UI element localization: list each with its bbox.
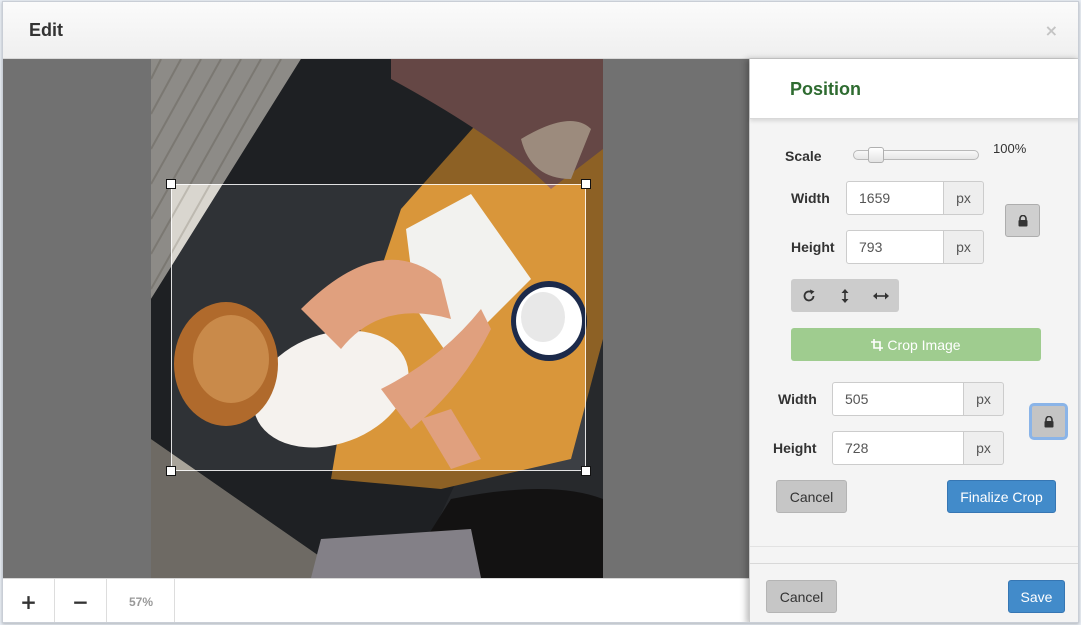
flip-horizontal-icon[interactable] [863, 279, 899, 312]
image-height-unit: px [944, 230, 984, 264]
crop-image-label: Crop Image [887, 336, 961, 353]
crop-mask-left [151, 184, 171, 471]
crop-selection[interactable] [166, 179, 591, 476]
crop-height-group: 728 px [832, 431, 1004, 465]
scale-slider-thumb[interactable] [868, 147, 884, 163]
lock-icon [1044, 415, 1053, 427]
image-height-label: Height [791, 239, 835, 255]
scale-value: 100% [993, 141, 1027, 156]
finalize-crop-button[interactable]: Finalize Crop [947, 480, 1056, 513]
crop-mask-right [586, 184, 603, 471]
image-width-unit: px [944, 181, 984, 215]
zoom-level: 57% [108, 579, 175, 622]
panel-header: Position [750, 59, 1078, 119]
crop-width-unit: px [964, 382, 1004, 416]
crop-handle-bottom-left[interactable] [166, 466, 176, 476]
close-icon[interactable]: × [1045, 21, 1058, 40]
image-height-group: 793 px [846, 230, 984, 264]
image-width-input[interactable]: 1659 [846, 181, 944, 215]
crop-width-label: Width [778, 391, 817, 407]
crop-mask-bottom [151, 471, 603, 578]
scale-slider[interactable] [853, 147, 979, 163]
crop-handle-top-left[interactable] [166, 179, 176, 189]
image-width-group: 1659 px [846, 181, 984, 215]
crop-width-group: 505 px [832, 382, 1004, 416]
crop-image-button[interactable]: Crop Image [791, 328, 1041, 361]
zoom-toolbar: + − 57% [3, 578, 749, 622]
image-aspect-lock-button[interactable] [1005, 204, 1040, 237]
edit-dialog: Edit × + − 57% Position Scale 100% Width… [2, 1, 1079, 623]
transform-tools [791, 279, 899, 312]
crop-cancel-button[interactable]: Cancel [776, 480, 847, 513]
image-height-input[interactable]: 793 [846, 230, 944, 264]
crop-width-input[interactable]: 505 [832, 382, 964, 416]
panel-footer: Cancel Save [750, 563, 1078, 622]
position-panel: Position Scale 100% Width 1659 px Height… [749, 59, 1078, 622]
flip-vertical-icon[interactable] [827, 279, 863, 312]
crop-height-unit: px [964, 431, 1004, 465]
image-width-label: Width [791, 190, 830, 206]
crop-mask-top [151, 59, 603, 184]
crop-handle-bottom-right[interactable] [581, 466, 591, 476]
crop-icon [871, 338, 884, 351]
lock-icon [1018, 214, 1027, 226]
zoom-out-button[interactable]: − [55, 579, 107, 622]
crop-aspect-lock-button[interactable] [1031, 405, 1066, 438]
image-canvas[interactable] [3, 59, 749, 578]
dialog-title: Edit [29, 20, 63, 40]
crop-height-label: Height [773, 440, 817, 456]
crop-height-input[interactable]: 728 [832, 431, 964, 465]
crop-handle-top-right[interactable] [581, 179, 591, 189]
panel-divider [750, 546, 1078, 547]
cancel-button[interactable]: Cancel [766, 580, 837, 613]
rotate-icon[interactable] [791, 279, 827, 312]
panel-title: Position [790, 79, 861, 99]
zoom-in-button[interactable]: + [3, 579, 55, 622]
save-button[interactable]: Save [1008, 580, 1065, 613]
scale-label: Scale [785, 148, 822, 164]
dialog-header: Edit × [3, 2, 1078, 59]
